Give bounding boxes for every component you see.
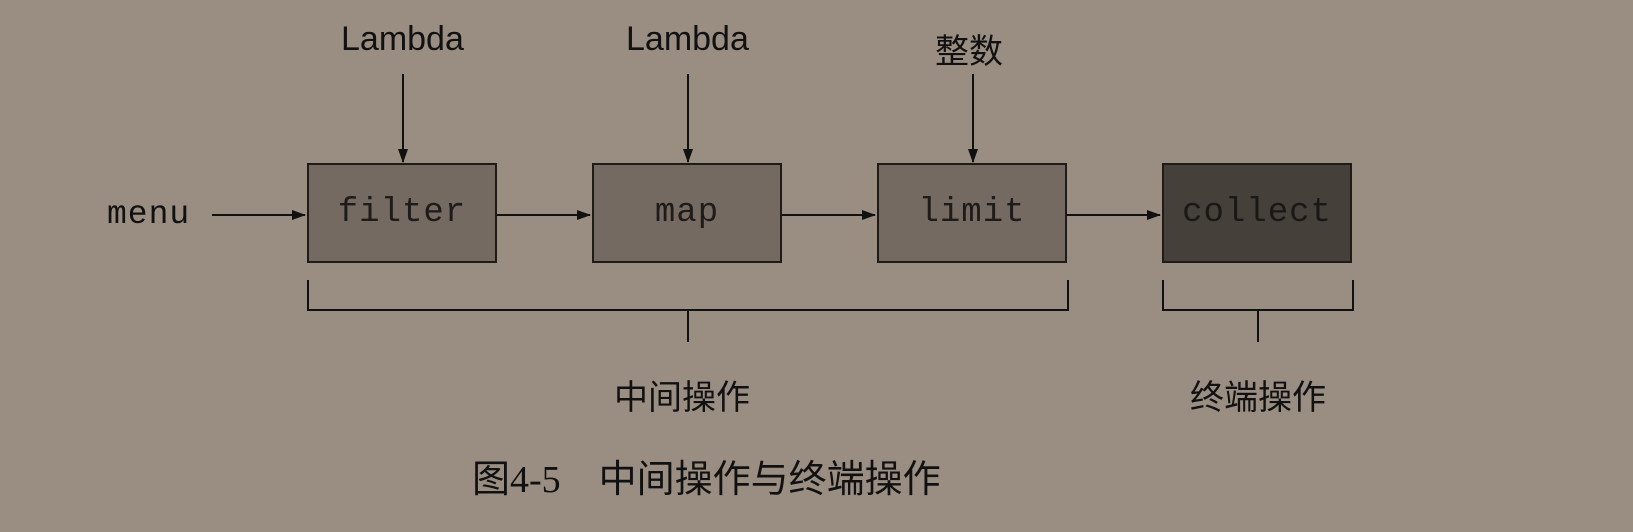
stream-pipeline-diagram: Lambda Lambda 整数 menu filter map limit c… [0, 0, 1633, 532]
group-label-intermediate: 中间操作 [614, 379, 750, 417]
param-label-filter: Lambda [341, 20, 464, 58]
operation-box-map: map [592, 163, 782, 263]
param-label-limit: 整数 [935, 33, 1003, 71]
operation-name: limit [918, 194, 1026, 232]
operation-name: map [654, 194, 720, 232]
group-label-terminal: 终端操作 [1190, 379, 1326, 417]
bracket-terminal [1162, 280, 1354, 342]
param-label-map: Lambda [626, 20, 749, 58]
figure-caption: 图4-5 中间操作与终端操作 [472, 448, 941, 503]
operation-box-collect: collect [1162, 163, 1352, 263]
bracket-intermediate [307, 280, 1069, 342]
operation-name: collect [1182, 194, 1332, 232]
input-label-menu: menu [107, 196, 191, 233]
operation-box-filter: filter [307, 163, 497, 263]
figure-number: 图4-5 [472, 459, 561, 501]
operation-name: filter [337, 194, 467, 232]
operation-box-limit: limit [877, 163, 1067, 263]
figure-title: 中间操作与终端操作 [598, 459, 941, 501]
